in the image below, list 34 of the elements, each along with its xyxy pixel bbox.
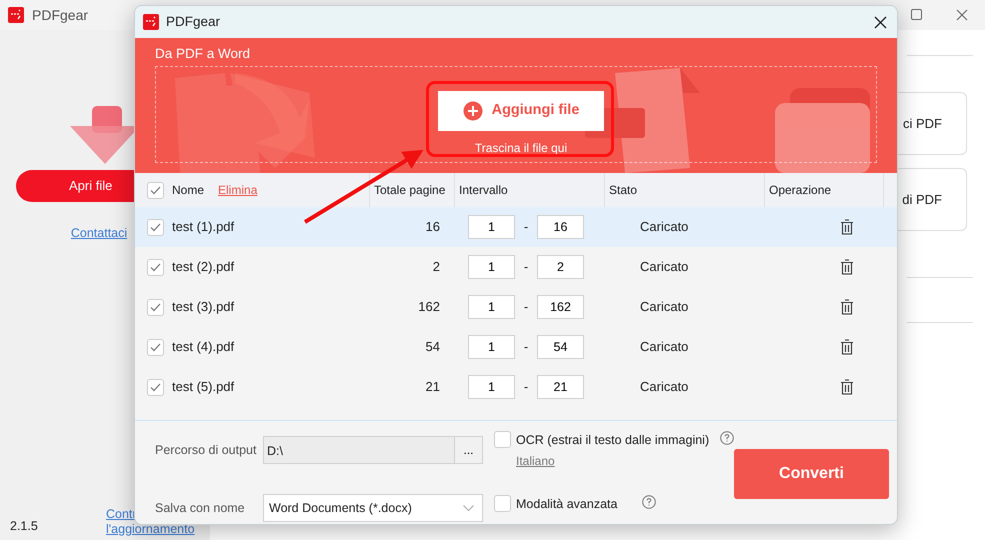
page-count: 2 [432,258,440,276]
option-label: Modalità avanzata [516,496,618,513]
version-label: 2.1.5 [10,518,39,535]
status-label: Caricato [640,298,688,316]
column-header: Intervallo [459,182,508,199]
column-header: Totale pagine [374,182,446,199]
range-dash: - [522,378,530,396]
dialog-title: PDFgear [166,12,220,31]
field-label: Percorso di output [155,442,258,459]
option-label: OCR (estrai il testo dalle immagini) [516,432,710,449]
file-name: test (1).pdf [172,218,234,236]
page-count: 21 [426,378,440,396]
status-label: Caricato [640,218,688,236]
range-dash: - [522,338,530,356]
column-header: Nome [172,182,204,199]
range-dash: - [522,258,530,276]
file-name: test (2).pdf [172,258,234,276]
file-name: test (3).pdf [172,298,234,316]
range-dash: - [522,218,530,236]
column-header: Stato [609,182,638,199]
page-count: 54 [426,338,440,356]
banner-heading: Da PDF a Word [155,46,252,62]
file-name: test (4).pdf [172,338,234,356]
column-header: Operazione [769,182,832,199]
status-label: Caricato [640,378,688,396]
page-count: 162 [418,298,440,316]
status-label: Caricato [640,338,688,356]
drop-hint: Trascina il file qui [474,140,568,158]
window-title: PDFgear [32,6,88,25]
range-dash: - [522,298,530,316]
field-label: Salva con nome [155,500,246,517]
status-label: Caricato [640,258,688,276]
page-count: 16 [426,218,440,236]
file-name: test (5).pdf [172,378,234,396]
